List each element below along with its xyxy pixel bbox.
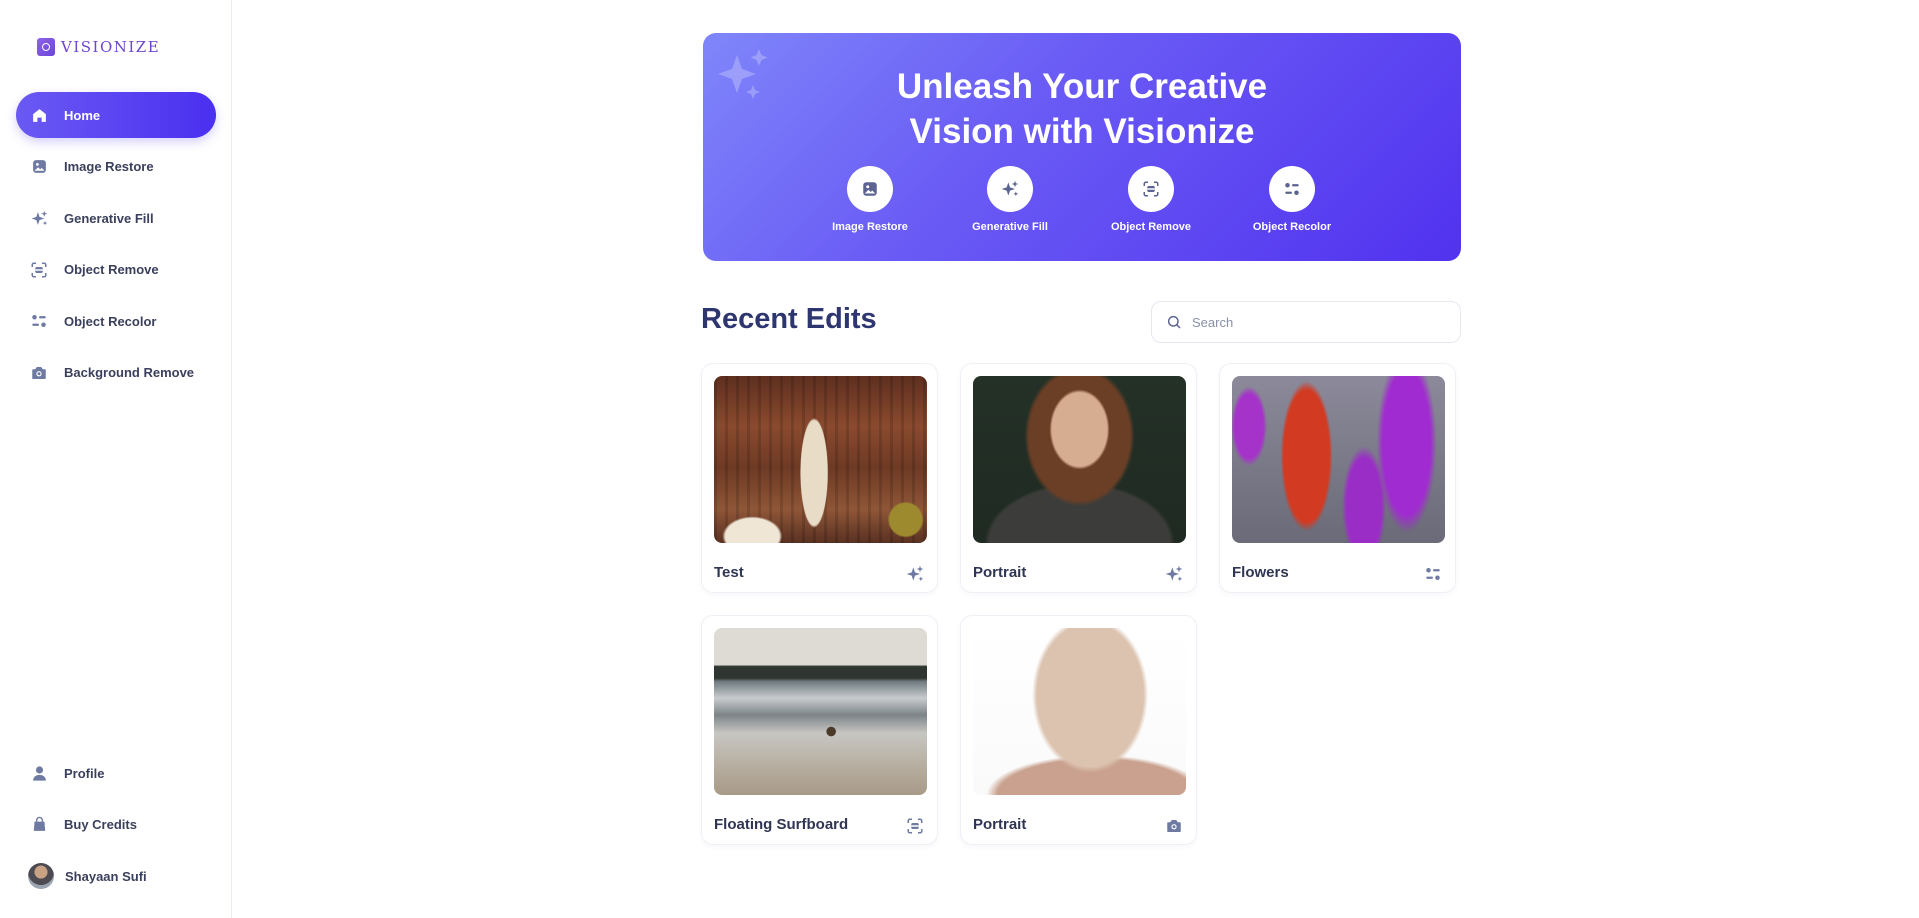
recent-edits-title: Recent Edits — [701, 303, 877, 335]
sidebar-item-profile[interactable]: Profile — [16, 750, 216, 796]
sidebar-item-label: Background Remove — [64, 365, 195, 380]
search-box[interactable] — [1151, 301, 1461, 343]
card-title: Floating Surfboard — [714, 816, 849, 833]
image-icon — [847, 166, 893, 212]
hero-action-label: Object Recolor — [1252, 221, 1332, 233]
card-thumbnail — [714, 628, 927, 795]
sidebar-item-label: Profile — [64, 765, 105, 781]
sidebar-nav: Home Image Restore Generative Fill Objec… — [16, 92, 216, 401]
sidebar-bottom: Profile Buy Credits Shayaan Sufi — [16, 750, 216, 899]
recent-edit-card[interactable]: Test — [701, 363, 938, 593]
avatar — [28, 863, 54, 889]
scan-icon — [905, 816, 925, 836]
home-icon — [29, 105, 49, 125]
sparkles-icon — [987, 166, 1033, 212]
search-icon — [1167, 315, 1181, 329]
card-thumbnail — [714, 376, 927, 543]
hero-title-line2: Vision with Visionize — [909, 112, 1255, 151]
card-title: Portrait — [973, 816, 1027, 833]
filter-icon — [29, 311, 49, 331]
hero-action-object-remove[interactable]: Object Remove — [1091, 166, 1211, 233]
card-title: Flowers — [1232, 564, 1289, 581]
logo-text: VISIONIZE — [61, 38, 161, 56]
recent-edit-card[interactable]: Flowers — [1219, 363, 1456, 593]
filter-icon — [1423, 564, 1443, 584]
sidebar-item-background-remove[interactable]: Background Remove — [16, 350, 216, 396]
app-logo[interactable]: VISIONIZE — [37, 38, 160, 56]
sidebar-item-label: Home — [64, 107, 101, 123]
filter-icon — [1269, 166, 1315, 212]
card-title: Portrait — [973, 564, 1027, 581]
hero-title-line1: Unleash Your Creative — [896, 67, 1268, 106]
sidebar-item-label: Generative Fill — [64, 210, 154, 226]
sparkles-icon — [29, 208, 49, 228]
hero-action-image-restore[interactable]: Image Restore — [810, 166, 930, 233]
sidebar-item-label: Buy Credits — [64, 817, 137, 832]
hero-action-generative-fill[interactable]: Generative Fill — [950, 166, 1070, 233]
sidebar-item-object-recolor[interactable]: Object Recolor — [16, 298, 216, 344]
sidebar-item-label: Object Remove — [64, 262, 159, 277]
recent-edit-card[interactable]: Portrait — [960, 615, 1197, 845]
user-name: Shayaan Sufi — [65, 868, 147, 884]
scan-icon — [1128, 166, 1174, 212]
user-icon — [29, 763, 49, 783]
recent-edit-card[interactable]: Portrait — [960, 363, 1197, 593]
camera-icon — [1164, 816, 1184, 836]
image-icon — [29, 157, 49, 177]
sidebar-item-home[interactable]: Home — [16, 92, 216, 138]
hero-action-label: Image Restore — [832, 221, 908, 233]
bag-icon — [29, 815, 49, 835]
logo-icon — [37, 38, 55, 56]
hero-action-object-recolor[interactable]: Object Recolor — [1232, 166, 1352, 233]
camera-icon — [29, 363, 49, 383]
sidebar-item-label: Image Restore — [64, 159, 154, 174]
hero-banner: Unleash Your Creative Vision with Vision… — [703, 33, 1461, 261]
sidebar-item-buy-credits[interactable]: Buy Credits — [16, 802, 216, 848]
card-thumbnail — [973, 376, 1186, 543]
hero-action-label: Generative Fill — [972, 221, 1048, 233]
scan-icon — [29, 260, 49, 280]
card-title: Test — [714, 564, 744, 581]
sparkles-icon — [905, 564, 925, 584]
sidebar: VISIONIZE Home Image Restore Generative … — [0, 0, 232, 918]
sidebar-item-generative-fill[interactable]: Generative Fill — [16, 195, 216, 241]
recent-edit-card[interactable]: Floating Surfboard — [701, 615, 938, 845]
user-profile[interactable]: Shayaan Sufi — [16, 853, 216, 899]
search-input[interactable] — [1192, 314, 1442, 330]
hero-title: Unleash Your Creative Vision with Vision… — [703, 64, 1461, 154]
hero-action-label: Object Remove — [1110, 221, 1192, 233]
sparkles-icon — [1164, 564, 1184, 584]
card-thumbnail — [973, 628, 1186, 795]
card-thumbnail — [1232, 376, 1445, 543]
sidebar-item-label: Object Recolor — [64, 313, 157, 329]
sidebar-item-object-remove[interactable]: Object Remove — [16, 247, 216, 293]
sidebar-item-image-restore[interactable]: Image Restore — [16, 144, 216, 190]
